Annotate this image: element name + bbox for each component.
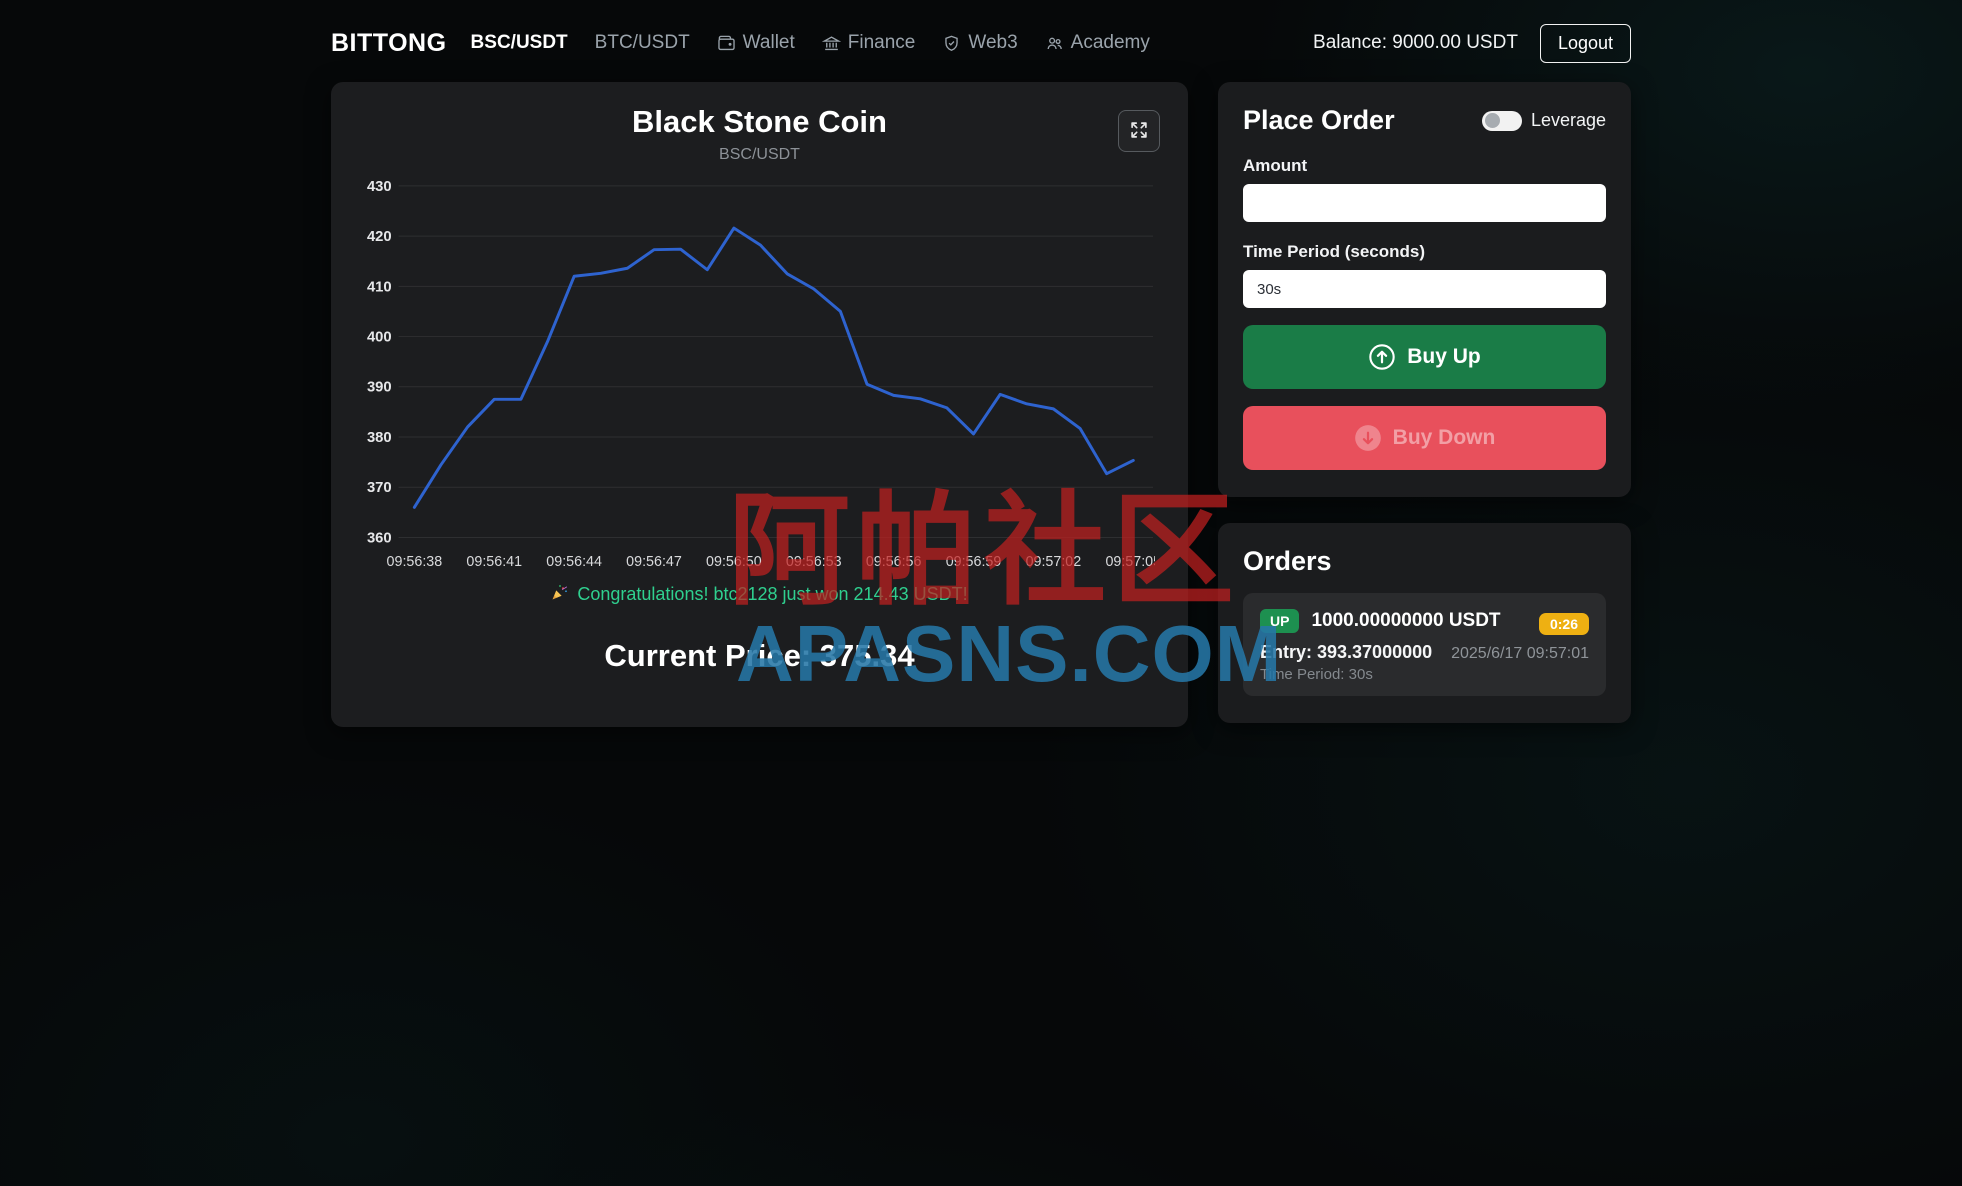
svg-text:09:56:41: 09:56:41	[466, 554, 522, 570]
brand-logo[interactable]: BITTONG	[331, 29, 447, 58]
nav-label: BSC/USDT	[470, 32, 568, 53]
time-period-select[interactable]: 30s	[1243, 270, 1606, 308]
svg-text:400: 400	[366, 330, 391, 346]
bank-icon	[821, 34, 841, 53]
svg-text:360: 360	[366, 530, 391, 546]
nav-item-bsc-usdt[interactable]: BSC/USDT	[471, 32, 568, 54]
svg-text:09:56:44: 09:56:44	[546, 554, 602, 570]
buy-down-button[interactable]: Buy Down	[1243, 406, 1606, 470]
page: BITTONG BSC/USDT BTC/USDT Wallet Finance…	[0, 0, 1962, 1186]
nav-item-finance[interactable]: Finance	[821, 32, 916, 54]
congrats-banner: Congratulations! btc2128 just won 214.43…	[363, 583, 1156, 606]
nav-item-web3[interactable]: Web3	[942, 32, 1018, 54]
time-period-label: Time Period (seconds)	[1243, 242, 1426, 261]
amount-label: Amount	[1243, 156, 1308, 175]
wallet-icon	[717, 34, 736, 53]
side-column: Place Order Leverage Amount Time Period …	[1218, 82, 1631, 723]
buy-down-label: Buy Down	[1392, 426, 1496, 449]
order-side-badge: UP	[1260, 609, 1300, 633]
svg-text:420: 420	[366, 229, 391, 245]
svg-text:370: 370	[366, 480, 391, 496]
arrow-up-circle-icon	[1368, 343, 1396, 371]
toggle-knob	[1484, 113, 1500, 128]
svg-text:390: 390	[366, 380, 391, 396]
svg-text:09:57:05: 09:57:05	[1105, 554, 1155, 570]
leverage-toggle[interactable]	[1481, 110, 1522, 131]
chart-title: Black Stone Coin	[632, 104, 887, 139]
orders-title: Orders	[1243, 546, 1332, 576]
svg-text:09:56:59: 09:56:59	[945, 554, 1001, 570]
buy-up-button[interactable]: Buy Up	[1243, 325, 1606, 389]
expand-icon	[1128, 119, 1150, 144]
price-line-chart[interactable]: 360 370 380 390 400 410 420 430 09:56:38 09:56:41…	[365, 172, 1155, 579]
current-price: Current Price: 375.34	[604, 638, 915, 673]
svg-text:09:56:56: 09:56:56	[865, 554, 921, 570]
users-icon	[1045, 34, 1064, 53]
leverage-label: Leverage	[1530, 110, 1606, 130]
order-entry: Entry: 393.37000000	[1260, 642, 1433, 662]
orders-panel: Orders UP 1000.00000000 USDT 0:26 Entry:…	[1218, 523, 1631, 723]
nav-item-wallet[interactable]: Wallet	[717, 32, 795, 54]
svg-text:380: 380	[366, 430, 391, 446]
place-order-panel: Place Order Leverage Amount Time Period …	[1218, 82, 1631, 497]
svg-text:09:56:50: 09:56:50	[706, 554, 762, 570]
svg-text:09:56:47: 09:56:47	[626, 554, 682, 570]
balance-text: Balance: 9000.00 USDT	[1313, 32, 1518, 53]
amount-input[interactable]	[1243, 184, 1606, 222]
place-order-title: Place Order	[1243, 105, 1395, 135]
shield-icon	[942, 34, 961, 53]
order-time-period: Time Period: 30s	[1260, 666, 1373, 683]
nav-label: Finance	[847, 32, 916, 53]
congrats-text: Congratulations! btc2128 just won 214.43…	[577, 584, 968, 604]
order-item: UP 1000.00000000 USDT 0:26 Entry: 393.37…	[1243, 593, 1606, 696]
chart-card: Black Stone Coin BSC/USDT 360 370 380 390 40…	[331, 82, 1188, 727]
fullscreen-button[interactable]	[1118, 110, 1160, 152]
svg-text:430: 430	[366, 179, 391, 195]
svg-text:09:56:53: 09:56:53	[785, 554, 841, 570]
svg-text:09:56:38: 09:56:38	[386, 554, 442, 570]
top-nav: BITTONG BSC/USDT BTC/USDT Wallet Finance…	[331, 20, 1631, 66]
main-nav: BSC/USDT BTC/USDT Wallet Finance Web3 Ac…	[471, 32, 1150, 54]
nav-label: Wallet	[742, 32, 795, 53]
arrow-down-circle-icon	[1354, 424, 1382, 452]
svg-text:09:57:02: 09:57:02	[1025, 554, 1081, 570]
buy-up-label: Buy Up	[1407, 345, 1481, 368]
chart-subtitle: BSC/USDT	[719, 146, 800, 163]
nav-label: BTC/USDT	[594, 32, 690, 53]
order-countdown-badge: 0:26	[1538, 613, 1589, 635]
nav-label: Web3	[968, 32, 1018, 53]
logout-button[interactable]: Logout	[1539, 23, 1631, 63]
nav-label: Academy	[1070, 32, 1150, 53]
order-timestamp: 2025/6/17 09:57:01	[1451, 645, 1589, 662]
nav-item-btc-usdt[interactable]: BTC/USDT	[595, 32, 690, 54]
nav-item-academy[interactable]: Academy	[1045, 32, 1150, 54]
party-popper-icon	[551, 583, 569, 606]
svg-text:410: 410	[366, 279, 391, 295]
order-amount: 1000.00000000 USDT	[1311, 610, 1501, 631]
